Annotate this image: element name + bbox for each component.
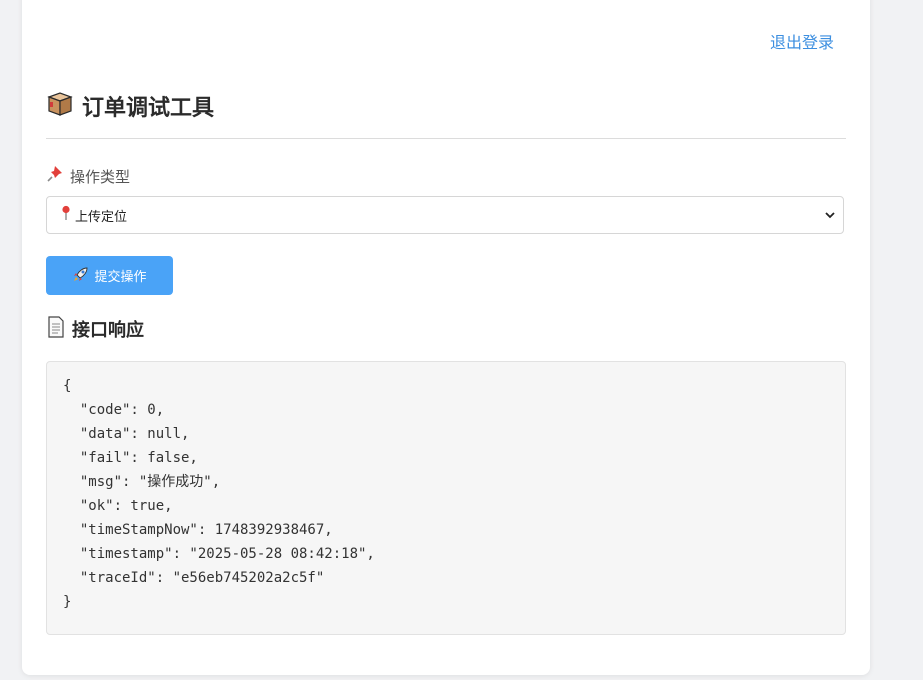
submit-button-label: 提交操作 bbox=[94, 270, 147, 285]
chevron-down-icon bbox=[823, 207, 837, 227]
code-line: "msg": "操作成功", bbox=[63, 474, 221, 490]
operation-type-label: 操作类型 bbox=[70, 167, 131, 186]
code-line: { bbox=[63, 378, 72, 394]
page-title-row: 订单调试工具 bbox=[46, 90, 214, 122]
operation-type-select[interactable]: 上传定位 bbox=[46, 196, 844, 234]
code-line: "code": 0, bbox=[63, 402, 165, 418]
operation-type-selected-value: 上传定位 bbox=[75, 209, 128, 225]
code-line: "timestamp": "2025-05-28 08:42:18", bbox=[63, 546, 375, 562]
code-line: "data": null, bbox=[63, 426, 190, 442]
code-line: "traceId": "e56eb745202a2c5f" bbox=[63, 570, 325, 586]
pushpin-icon bbox=[46, 165, 64, 187]
code-line: "fail": false, bbox=[63, 450, 198, 466]
logout-link[interactable]: 退出登录 bbox=[770, 32, 834, 54]
code-line: "ok": true, bbox=[63, 498, 173, 514]
page-title: 订单调试工具 bbox=[82, 96, 215, 121]
document-icon bbox=[46, 316, 66, 342]
package-box-icon bbox=[46, 90, 74, 122]
operation-type-label-row: 操作类型 bbox=[46, 165, 130, 187]
main-card: 退出登录 订单调试工具 操作类型 上传定位 提交操作 接口响应 {"code"… bbox=[22, 0, 870, 675]
code-line: "timeStampNow": 1748392938467, bbox=[63, 522, 333, 538]
title-divider bbox=[46, 138, 846, 139]
response-title: 接口响应 bbox=[72, 320, 144, 341]
submit-button[interactable]: 提交操作 bbox=[46, 256, 173, 295]
response-title-row: 接口响应 bbox=[46, 316, 144, 342]
round-pin-icon bbox=[61, 205, 71, 225]
response-json-box: { "code": 0, "data": null, "fail": false… bbox=[46, 361, 846, 635]
rocket-icon bbox=[72, 265, 90, 287]
code-line: } bbox=[63, 594, 72, 610]
